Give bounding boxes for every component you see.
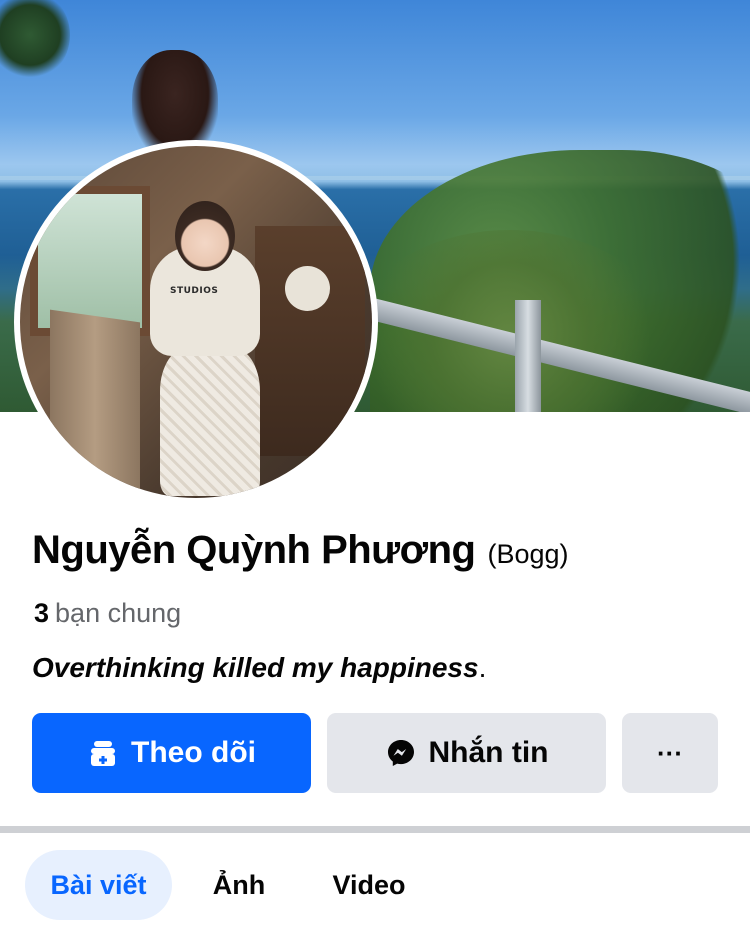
avatar-window — [30, 186, 150, 336]
tab-posts[interactable]: Bài viết — [25, 850, 172, 920]
tab-photos[interactable]: Ảnh — [196, 850, 282, 920]
section-divider — [0, 826, 750, 833]
more-options-button[interactable]: ··· — [622, 713, 718, 793]
tab-videos[interactable]: Video — [315, 850, 423, 920]
follow-icon — [87, 737, 119, 769]
follow-button-label: Theo dõi — [131, 736, 256, 769]
cover-tree — [0, 0, 70, 80]
mutual-friends-count: 3 — [34, 598, 50, 628]
more-icon: ··· — [657, 737, 683, 768]
message-button-label: Nhắn tin — [428, 736, 549, 769]
bio-text: Overthinking killed my happiness — [32, 652, 479, 683]
tab-posts-label: Bài viết — [50, 869, 147, 900]
avatar-head — [175, 201, 235, 271]
avatar-table — [50, 309, 140, 498]
avatar-kettle — [285, 266, 330, 311]
mutual-friends-label: bạn chung — [55, 598, 182, 628]
message-button[interactable]: Nhắn tin — [327, 713, 606, 793]
bio-period: . — [478, 652, 487, 683]
profile-bio: Overthinking killed my happiness. — [32, 652, 486, 684]
profile-alt-name: (Bogg) — [487, 539, 569, 569]
cover-railing-post — [515, 300, 541, 412]
tab-photos-label: Ảnh — [212, 869, 266, 900]
avatar-photo: STUDIOS — [20, 146, 372, 498]
messenger-icon — [385, 737, 417, 769]
avatar-shirt-text: STUDIOS — [170, 286, 219, 296]
avatar-skirt — [160, 346, 260, 496]
avatar-shelf — [255, 226, 365, 456]
follow-button[interactable]: Theo dõi — [32, 713, 311, 793]
profile-name-row: Nguyễn Quỳnh Phương (Bogg) — [32, 528, 732, 573]
tab-videos-label: Video — [332, 869, 406, 900]
profile-name: Nguyễn Quỳnh Phương — [32, 528, 476, 572]
mutual-friends[interactable]: 3 bạn chung — [34, 598, 181, 629]
profile-avatar[interactable]: STUDIOS — [14, 140, 378, 504]
